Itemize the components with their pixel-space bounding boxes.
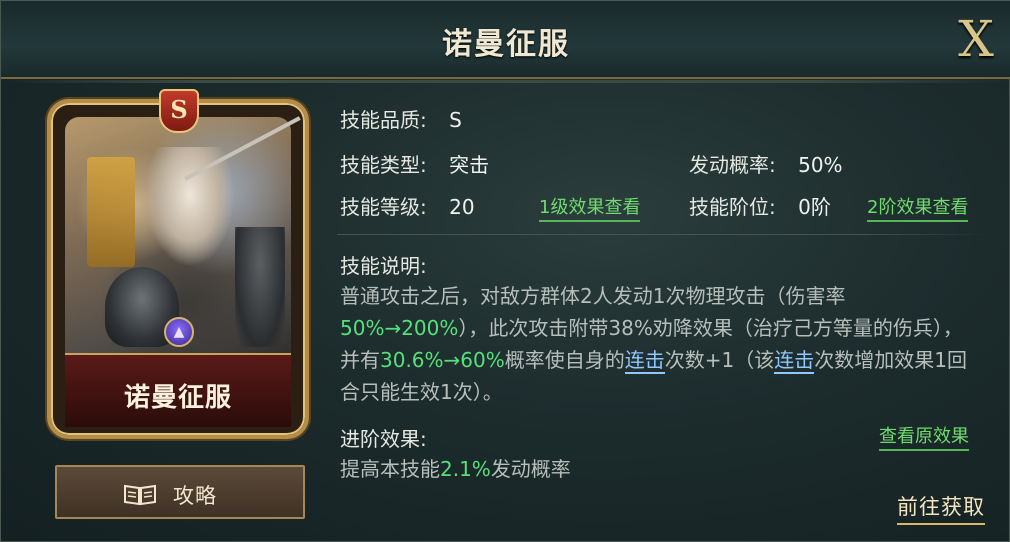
guide-button-label: 攻略	[173, 484, 217, 508]
art-horse	[145, 147, 235, 267]
type-value: 突击	[449, 153, 490, 177]
level-label: 技能等级:	[340, 195, 427, 219]
desc-highlight-damage: 50%→200%	[340, 316, 459, 340]
level-value: 20	[449, 195, 475, 219]
tier-label: 技能阶位:	[689, 195, 776, 219]
skill-detail-panel: 诺曼征服 X 诺曼征服 S ▲ 攻略 技能品质: S 技能类型: 突击 发动概率…	[0, 0, 1010, 542]
level-row: 技能等级: 20	[340, 191, 475, 220]
quality-value: S	[449, 108, 462, 132]
rank-badge: S	[159, 89, 199, 133]
tier-value: 0阶	[798, 195, 831, 219]
adv-highlight: 2.1%	[440, 457, 491, 481]
card-name: 诺曼征服	[123, 383, 232, 413]
skill-description: 普通攻击之后，对敌方群体2人发动1次物理攻击（伤害率50%→200%），此次攻击…	[340, 280, 980, 408]
chance-value: 50%	[798, 153, 843, 177]
tier-row: 技能阶位: 0阶	[689, 191, 831, 220]
gem-icon: ▲	[164, 317, 194, 347]
go-obtain-button[interactable]: 前往获取	[897, 491, 985, 525]
quality-label: 技能品质:	[340, 108, 427, 132]
quality-row: 技能品质: S	[340, 104, 462, 133]
type-label: 技能类型:	[340, 153, 427, 177]
view-original-effect-link[interactable]: 查看原效果	[879, 422, 969, 451]
advanced-description: 提高本技能2.1%发动概率	[340, 453, 571, 482]
description-title: 技能说明:	[340, 254, 427, 278]
desc-text-3: 概率使自身的	[504, 348, 625, 372]
skill-card: 诺曼征服	[47, 99, 309, 439]
card-name-plate: 诺曼征服	[65, 353, 291, 427]
adv-text-1: 提高本技能	[340, 457, 440, 481]
chance-label: 发动概率:	[689, 153, 776, 177]
desc-highlight-chance: 30.6%→60%	[380, 348, 505, 372]
chance-row: 发动概率: 50%	[689, 149, 843, 178]
tier2-effect-link[interactable]: 2阶效果查看	[867, 193, 969, 222]
advanced-title: 进阶效果:	[340, 427, 427, 451]
close-button[interactable]: X	[951, 11, 1001, 67]
adv-text-2: 发动概率	[490, 457, 571, 481]
combo-keyword-link[interactable]: 连击	[624, 348, 665, 374]
art-banner	[87, 157, 135, 267]
title-bar: 诺曼征服 X	[1, 1, 1010, 83]
guide-button[interactable]: 攻略	[55, 465, 305, 519]
book-icon	[124, 484, 156, 506]
art-soldier	[235, 227, 285, 347]
desc-text-1: 普通攻击之后，对敌方群体2人发动1次物理攻击（伤害率	[340, 284, 846, 308]
combo-keyword-link-2[interactable]: 连击	[774, 348, 815, 374]
type-row: 技能类型: 突击	[340, 149, 489, 178]
level1-effect-link[interactable]: 1级效果查看	[539, 193, 641, 222]
divider	[337, 234, 987, 235]
desc-text-4: 次数+1（该	[664, 348, 775, 372]
page-title: 诺曼征服	[442, 27, 570, 62]
